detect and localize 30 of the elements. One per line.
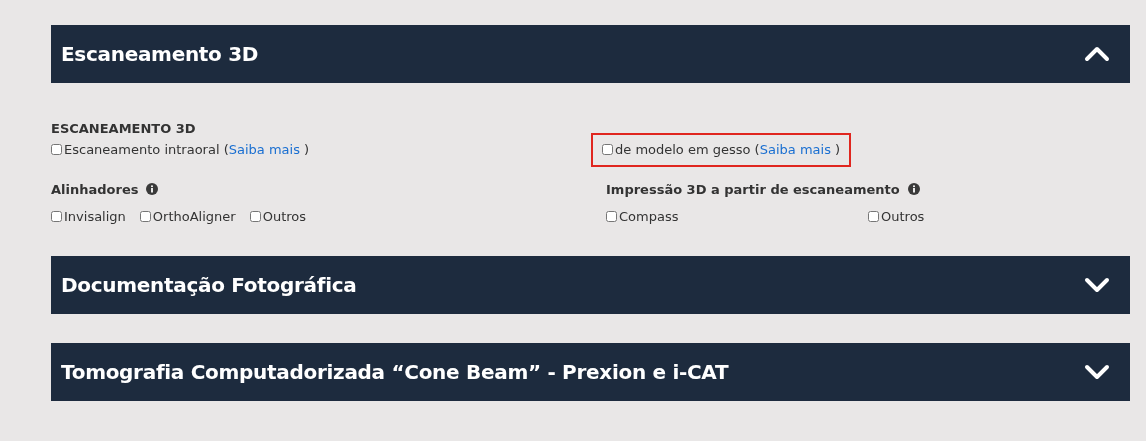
info-icon[interactable] — [907, 182, 920, 195]
checkbox[interactable] — [602, 144, 613, 156]
chevron-down-icon[interactable] — [1084, 276, 1110, 293]
section-title: Documentação Fotográfica — [61, 271, 357, 299]
section-header[interactable]: Documentação Fotográfica — [51, 255, 1130, 314]
checkbox[interactable] — [868, 211, 879, 223]
option-label: OrthoAligner — [152, 208, 236, 226]
group-label: Impressão 3D a partir de escaneamento — [606, 181, 900, 200]
checkbox[interactable] — [249, 211, 261, 223]
section-header[interactable]: Escaneamento 3D — [51, 25, 1130, 83]
option-label: Outros — [262, 208, 307, 226]
checkbox-option[interactable]: de modelo em gesso (Saiba mais ) — [591, 133, 852, 167]
checkbox[interactable] — [139, 211, 151, 223]
checkbox[interactable] — [606, 211, 617, 223]
checkbox[interactable] — [51, 144, 62, 156]
more-link[interactable]: Saiba mais — [228, 142, 300, 157]
chevron-up-icon[interactable] — [1084, 46, 1110, 62]
section-title: Tomografia Computadorizada “Cone Beam” - Prexion e i-CAT — [61, 358, 729, 386]
checkbox[interactable] — [51, 211, 62, 223]
option-label: Outros — [881, 208, 925, 226]
option-label: Compass — [619, 208, 679, 226]
section-label: ESCANEAMENTO 3D — [51, 120, 197, 135]
checkbox-option[interactable]: Escaneamento intraoral (Saiba mais ) — [40, 133, 321, 167]
section-title: Escaneamento 3D — [61, 41, 259, 68]
info-icon[interactable] — [146, 182, 159, 195]
group-label: Alinhadores — [51, 181, 139, 200]
section-header[interactable]: Tomografia Computadorizada “Cone Beam” - Prexion e i-CAT — [51, 342, 1130, 401]
chevron-down-icon[interactable] — [1084, 363, 1110, 380]
more-link[interactable]: Saiba mais — [759, 142, 831, 157]
option-label: Invisalign — [64, 208, 126, 226]
